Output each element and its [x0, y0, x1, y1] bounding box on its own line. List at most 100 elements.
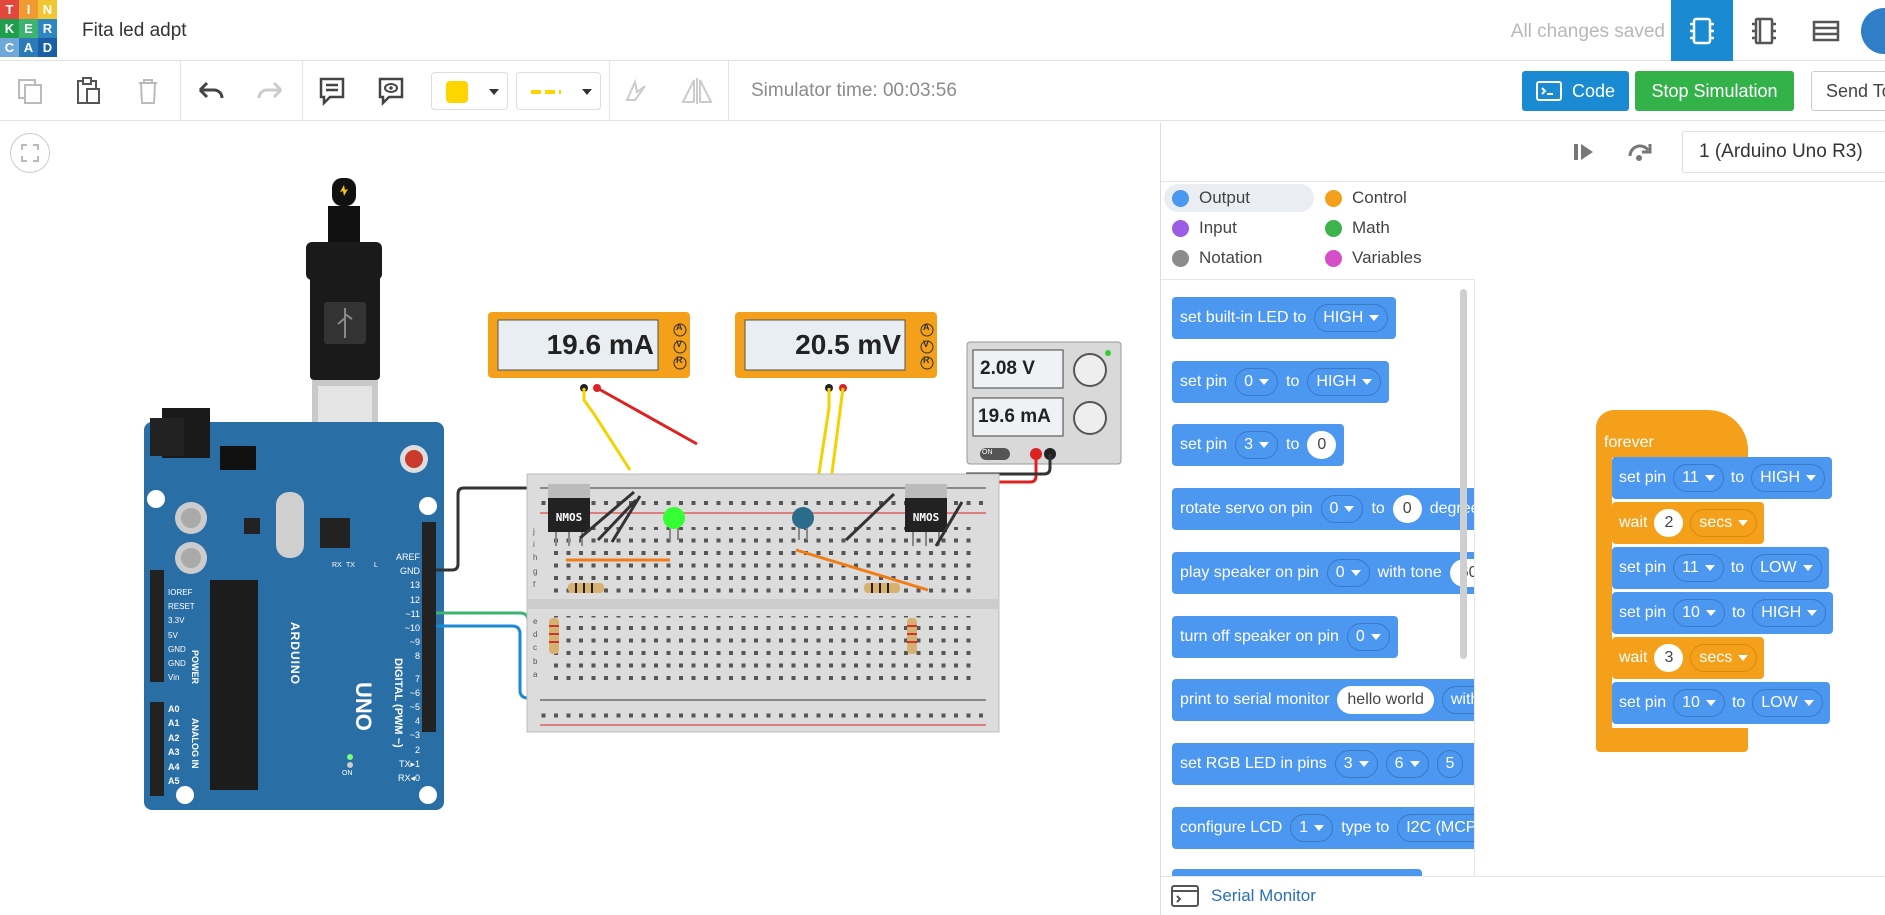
dropdown-value: 0 [1244, 373, 1254, 390]
wire-yellow[interactable] [582, 388, 632, 471]
block-set-rgb-led[interactable]: set RGB LED in pins 3 6 5 [1172, 743, 1474, 785]
flip-button[interactable] [679, 73, 715, 109]
block-dropdown[interactable]: 6 [1385, 750, 1429, 778]
block-text-input[interactable]: hello world [1337, 686, 1434, 714]
block-dropdown[interactable]: LOW [1751, 554, 1822, 582]
category-label: Variables [1352, 248, 1422, 267]
category-variables[interactable]: Variables [1317, 244, 1422, 272]
block-play-speaker[interactable]: play speaker on pin 0 with tone 60 [1172, 552, 1474, 594]
wire-red[interactable] [596, 386, 698, 446]
arduino-model: UNO [351, 682, 376, 731]
block-dropdown[interactable]: LOW [1752, 689, 1823, 717]
category-output[interactable]: Output [1164, 184, 1314, 212]
user-avatar[interactable] [1861, 8, 1885, 54]
rotate-button[interactable] [618, 73, 654, 109]
block-print-serial[interactable]: print to serial monitor hello world with [1172, 679, 1474, 721]
block-number-input[interactable]: 0 [1307, 431, 1337, 459]
undo-button[interactable] [193, 73, 229, 109]
block-partial[interactable] [1172, 869, 1422, 876]
category-input[interactable]: Input [1164, 214, 1237, 242]
block-rotate-servo[interactable]: rotate servo on pin 0 to 0 degrees [1172, 488, 1474, 530]
block-dropdown[interactable]: secs [1690, 509, 1758, 537]
line-style-dropdown[interactable] [516, 72, 601, 110]
block-set-pin-analog[interactable]: set pin 3 to 0 [1172, 424, 1345, 466]
show-notes-button[interactable] [373, 73, 409, 109]
block-dropdown[interactable]: HIGH [1752, 599, 1827, 627]
board-select[interactable]: 1 (Arduino Uno R3) [1682, 131, 1885, 173]
step-button[interactable] [1571, 140, 1597, 169]
block-dropdown[interactable]: 1 [1290, 814, 1334, 842]
paste-button[interactable] [70, 73, 106, 109]
redo-button[interactable] [252, 73, 288, 109]
schematic-view-button[interactable] [1733, 0, 1795, 61]
block-dropdown[interactable]: 11 [1673, 554, 1724, 582]
category-math[interactable]: Math [1317, 214, 1390, 242]
tinkercad-logo[interactable]: T I N K E R C A D [0, 0, 57, 57]
block-number-input[interactable]: 2 [1654, 509, 1684, 537]
block-text: wait [1619, 649, 1648, 666]
circuit-view-button[interactable] [1671, 0, 1733, 61]
block-dropdown[interactable]: HIGH [1751, 464, 1826, 492]
block-dropdown[interactable]: 11 [1673, 464, 1724, 492]
terminal-icon [1171, 885, 1199, 907]
script-wait-2[interactable]: wait 2 secs [1612, 502, 1765, 544]
script-set-pin-10-high[interactable]: set pin 10 to HIGH [1612, 592, 1834, 634]
block-dropdown[interactable]: 5 [1436, 750, 1464, 778]
debug-button[interactable] [1626, 140, 1654, 169]
resistor-1[interactable] [568, 583, 604, 593]
block-set-pin[interactable]: set pin 0 to HIGH [1172, 361, 1390, 403]
pin-label: 2 [414, 744, 420, 755]
block-configure-lcd[interactable]: configure LCD 1 type to I2C (MCP23008) [1172, 807, 1474, 849]
block-dropdown[interactable]: 10 [1673, 689, 1725, 717]
forever-block[interactable]: forever set pin 11 to HIGH wait 2 secs s… [1596, 410, 1834, 767]
block-dropdown[interactable]: with [1441, 686, 1474, 714]
dropdown-value: 6 [1394, 755, 1404, 772]
block-number-input[interactable]: 0 [1392, 495, 1422, 523]
logo-letter: C [0, 38, 19, 57]
block-dropdown[interactable]: 3 [1235, 431, 1279, 459]
pin-label: 8 [414, 651, 420, 662]
category-notation[interactable]: Notation [1164, 244, 1262, 272]
serial-monitor-bar[interactable]: Serial Monitor [1161, 876, 1885, 915]
usb-cable[interactable] [306, 178, 382, 464]
arduino-on-label: ON [342, 770, 353, 777]
resistor-2[interactable] [864, 583, 900, 593]
block-turn-off-speaker[interactable]: turn off speaker on pin 0 [1172, 616, 1398, 658]
block-text: set pin [1619, 694, 1667, 711]
code-button[interactable]: Code [1522, 71, 1629, 111]
block-number-input[interactable]: 3 [1654, 644, 1684, 672]
script-set-pin-11-low[interactable]: set pin 11 to LOW [1612, 547, 1829, 589]
copy-button[interactable] [12, 73, 48, 109]
script-wait-3[interactable]: wait 3 secs [1612, 637, 1765, 679]
block-dropdown[interactable]: HIGH [1314, 304, 1389, 332]
block-dropdown[interactable]: HIGH [1307, 368, 1382, 396]
resistor-3[interactable] [549, 618, 559, 654]
palette-scrollbar[interactable] [1460, 289, 1467, 659]
category-control[interactable]: Control [1317, 184, 1407, 212]
dropdown-value: 5 [1445, 755, 1455, 772]
block-dropdown[interactable]: 0 [1346, 623, 1390, 651]
delete-button[interactable] [130, 73, 166, 109]
stop-simulation-button[interactable]: Stop Simulation [1635, 71, 1794, 111]
code-workspace[interactable]: forever set pin 11 to HIGH wait 2 secs s… [1476, 182, 1885, 915]
send-to-button[interactable]: Send To [1811, 71, 1885, 111]
script-set-pin-11-high[interactable]: set pin 11 to HIGH [1612, 457, 1833, 499]
project-title[interactable]: Fita led adpt [82, 20, 187, 42]
block-dropdown[interactable]: 0 [1320, 495, 1364, 523]
pin-label: TX▸1 [398, 758, 420, 769]
circuit-canvas[interactable]: 19.6 mA 20.5 mV A V R A V R 2.08 V 19.6 … [0, 122, 1160, 915]
component-list-button[interactable] [1795, 0, 1857, 61]
pin-label: AREF [395, 552, 420, 562]
resistor-4[interactable] [907, 618, 917, 654]
block-dropdown[interactable]: I2C (MCP23008) [1397, 814, 1474, 842]
block-dropdown[interactable]: 0 [1326, 559, 1370, 587]
block-dropdown[interactable]: 10 [1673, 599, 1725, 627]
fill-color-dropdown[interactable] [431, 72, 508, 110]
block-dropdown[interactable]: 3 [1334, 750, 1378, 778]
dropdown-value: HIGH [1316, 373, 1357, 390]
block-dropdown[interactable]: secs [1690, 644, 1758, 672]
block-dropdown[interactable]: 0 [1235, 368, 1279, 396]
block-set-builtin-led[interactable]: set built-in LED to HIGH [1172, 297, 1397, 339]
script-set-pin-10-low[interactable]: set pin 10 to LOW [1612, 682, 1830, 724]
notes-button[interactable] [314, 73, 350, 109]
